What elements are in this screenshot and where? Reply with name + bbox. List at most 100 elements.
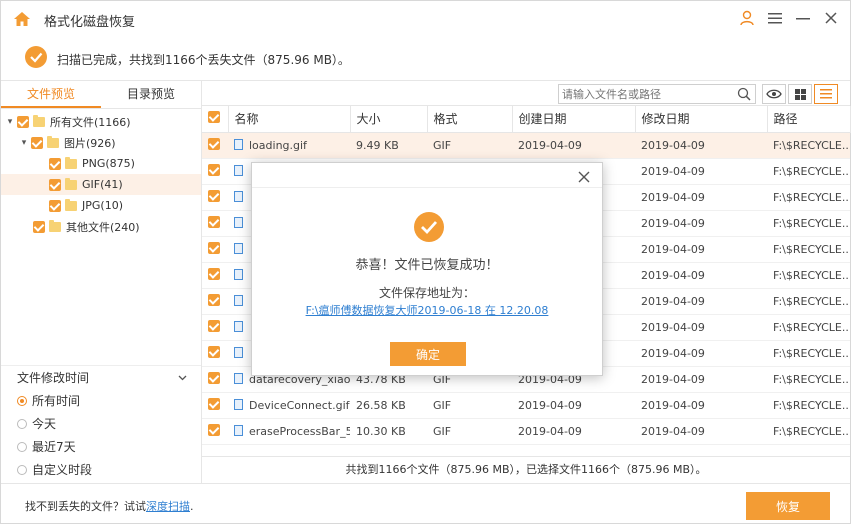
table-header-row: 名称 大小 格式 创建日期 修改日期 路径: [202, 106, 851, 133]
file-name-cell: eraseProcessBar_5...: [228, 418, 350, 445]
save-location-link[interactable]: F:\瘟师傅数据恢复大师2019-06-18 在 12.20.08: [252, 302, 602, 318]
recover-button[interactable]: 恢复: [746, 492, 830, 520]
user-icon[interactable]: [736, 7, 758, 29]
home-icon[interactable]: [13, 10, 31, 28]
row-select-cell[interactable]: [202, 392, 228, 419]
radio-all-time[interactable]: 所有时间: [1, 389, 201, 412]
file-path: F:\$RECYCLE...: [767, 132, 850, 159]
file-format: GIF: [427, 418, 512, 445]
checkbox[interactable]: [17, 115, 29, 128]
filter-header[interactable]: 文件修改时间: [1, 365, 201, 389]
deep-scan-link[interactable]: 深度扫描: [146, 500, 190, 513]
radio-button[interactable]: [17, 464, 27, 475]
file-path: F:\$RECYCLE...: [767, 236, 850, 263]
hint-text: 找不到丢失的文件？试试: [25, 500, 146, 513]
file-path: F:\$RECYCLE...: [767, 418, 850, 445]
table-row[interactable]: DeviceConnect.gif 26.58 KB GIF 2019-04-09 20…: [202, 392, 850, 419]
eye-icon[interactable]: [762, 84, 786, 104]
file-path: F:\$RECYCLE...: [767, 314, 850, 341]
chevron-down-icon[interactable]: ▾: [19, 138, 29, 148]
radio-today[interactable]: 今天: [1, 412, 201, 435]
tree-item-images[interactable]: ▾ 图片(926): [1, 132, 201, 153]
table-row[interactable]: eraseProcessBar_5...10.30 KBGIF2019-04-0…: [202, 418, 850, 445]
file-created-date: 2019-04-09: [512, 392, 635, 419]
tab-directory-preview[interactable]: 目录预览: [101, 81, 201, 108]
deep-scan-hint: 找不到丢失的文件？试试深度扫描.: [25, 498, 194, 514]
tree-item-label: PNG(875): [82, 157, 135, 170]
tree-item-png[interactable]: PNG(875): [1, 153, 201, 174]
radio-button[interactable]: [17, 418, 27, 429]
file-size: 10.30 KB: [350, 418, 427, 445]
scan-status-bar: 扫描已完成，共找到1166个丢失文件（875.96 MB）。: [1, 37, 850, 81]
file-modified-date: 2019-04-09: [635, 236, 767, 263]
file-path: F:\$RECYCLE...: [767, 392, 850, 419]
file-path: F:\$RECYCLE...: [767, 262, 850, 289]
checkbox[interactable]: [208, 397, 220, 410]
tree-item-label: JPG(10): [82, 199, 123, 212]
checkbox[interactable]: [31, 136, 43, 149]
file-path: F:\$RECYCLE...: [767, 340, 850, 367]
file-type-tree: ▾ 所有文件(1166) ▾ 图片(926) PNG(875) GIF(41): [1, 109, 201, 237]
file-icon: [234, 398, 243, 410]
close-icon[interactable]: [820, 7, 842, 29]
ok-button[interactable]: 确定: [390, 342, 466, 366]
save-location-label: 文件保存地址为：: [378, 286, 475, 300]
app-title: 格式化磁盘恢复: [44, 15, 136, 30]
file-path: F:\$RECYCLE...: [767, 184, 850, 211]
title-bar: 格式化磁盘恢复: [1, 1, 850, 37]
checkbox[interactable]: [49, 178, 61, 191]
row-select-cell[interactable]: [202, 418, 228, 445]
app-window: 格式化磁盘恢复 扫描已完成，共找到1166个丢失文件（875.96 MB）。 文…: [0, 0, 851, 524]
search-icon[interactable]: [737, 87, 751, 101]
checkbox[interactable]: [49, 199, 61, 212]
view-tabs: 文件预览 目录预览: [1, 81, 201, 109]
radio-custom-period[interactable]: 自定义时段: [1, 458, 201, 481]
tab-file-preview[interactable]: 文件预览: [1, 81, 101, 108]
recovery-success-dialog: 恭喜！文件已恢复成功！ 文件保存地址为： F:\瘟师傅数据恢复大师2019-06…: [251, 162, 603, 376]
tree-item-jpg[interactable]: JPG(10): [1, 195, 201, 216]
minimize-icon[interactable]: [792, 7, 814, 29]
column-header-name[interactable]: 名称: [228, 106, 351, 133]
dialog-header: [252, 163, 602, 187]
close-icon[interactable]: [574, 167, 594, 187]
left-panel: 文件预览 目录预览 ▾ 所有文件(1166) ▾ 图片(926) PNG(875…: [1, 81, 202, 483]
column-header-modified[interactable]: 修改日期: [635, 106, 768, 133]
bottom-bar: 找不到丢失的文件？试试深度扫描. 恢复: [1, 483, 850, 523]
column-header-path[interactable]: 路径: [767, 106, 851, 133]
chevron-down-icon[interactable]: ▾: [5, 117, 15, 127]
select-all-cell[interactable]: [202, 106, 229, 133]
grid-icon[interactable]: [788, 84, 812, 104]
tree-item-other-files[interactable]: 其他文件(240): [1, 216, 201, 237]
dialog-body: 恭喜！文件已恢复成功！ 文件保存地址为： F:\瘟师傅数据恢复大师2019-06…: [252, 187, 602, 375]
search-input[interactable]: [558, 84, 756, 104]
file-name-cell: DeviceConnect.gif: [228, 392, 350, 419]
file-name: DeviceConnect.gif: [249, 398, 350, 412]
radio-button[interactable]: [17, 441, 27, 452]
column-header-size[interactable]: 大小: [350, 106, 428, 133]
column-header-created[interactable]: 创建日期: [512, 106, 636, 133]
list-icon[interactable]: [814, 84, 838, 104]
tree-item-all-files[interactable]: ▾ 所有文件(1166): [1, 111, 201, 132]
radio-label: 所有时间: [32, 394, 81, 408]
column-header-format[interactable]: 格式: [427, 106, 513, 133]
checkbox[interactable]: [49, 157, 61, 170]
file-path: F:\$RECYCLE...: [767, 366, 850, 393]
menu-icon[interactable]: [764, 7, 786, 29]
radio-label: 最近7天: [32, 440, 76, 454]
check-icon: [25, 46, 47, 68]
file-path: F:\$RECYCLE...: [767, 158, 850, 185]
file-modified-date: 2019-04-09: [635, 210, 767, 237]
checkbox[interactable]: [208, 111, 220, 124]
file-created-date: 2019-04-09: [512, 418, 635, 445]
radio-button[interactable]: [17, 395, 27, 406]
radio-last-7-days[interactable]: 最近7天: [1, 435, 201, 458]
checkbox[interactable]: [33, 220, 45, 233]
tree-item-gif[interactable]: GIF(41): [1, 174, 201, 195]
checkbox[interactable]: [208, 423, 220, 436]
tree-item-label: 图片(926): [64, 136, 116, 150]
window-controls: [736, 7, 842, 29]
chevron-down-icon[interactable]: [178, 375, 187, 381]
file-modified-date: 2019-04-09: [635, 184, 767, 211]
file-path: F:\$RECYCLE...: [767, 210, 850, 237]
folder-icon: [65, 198, 77, 211]
